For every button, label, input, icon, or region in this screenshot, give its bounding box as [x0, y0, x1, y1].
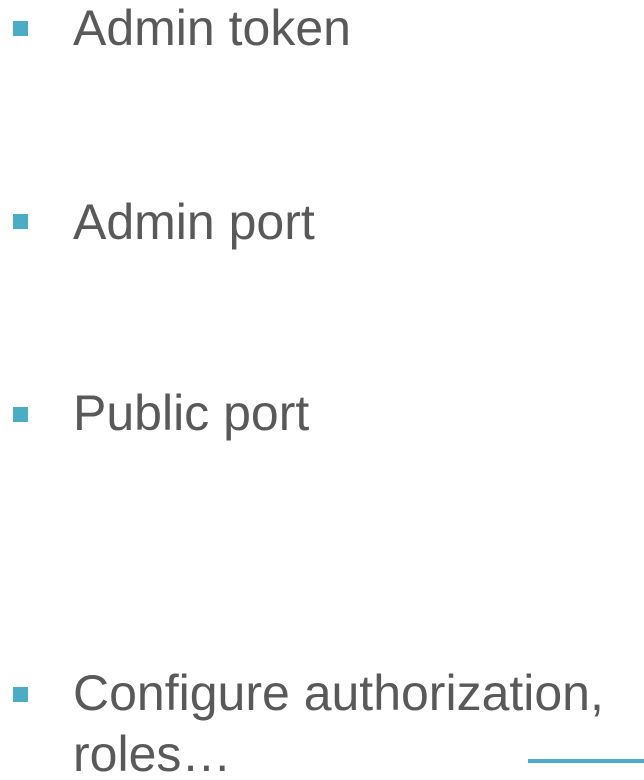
- square-bullet-icon: [13, 21, 28, 36]
- bullet-text-line-2: roles…: [73, 726, 232, 780]
- accent-divider-line: [528, 759, 644, 763]
- bullet-text: Admin token: [73, 0, 351, 56]
- bullet-text: Admin port: [73, 194, 315, 250]
- bullet-text-line-1: Configure authorization,: [73, 665, 604, 721]
- square-bullet-icon: [13, 687, 28, 702]
- square-bullet-icon: [13, 214, 28, 229]
- bullet-text: Public port: [73, 385, 310, 441]
- square-bullet-icon: [13, 407, 28, 422]
